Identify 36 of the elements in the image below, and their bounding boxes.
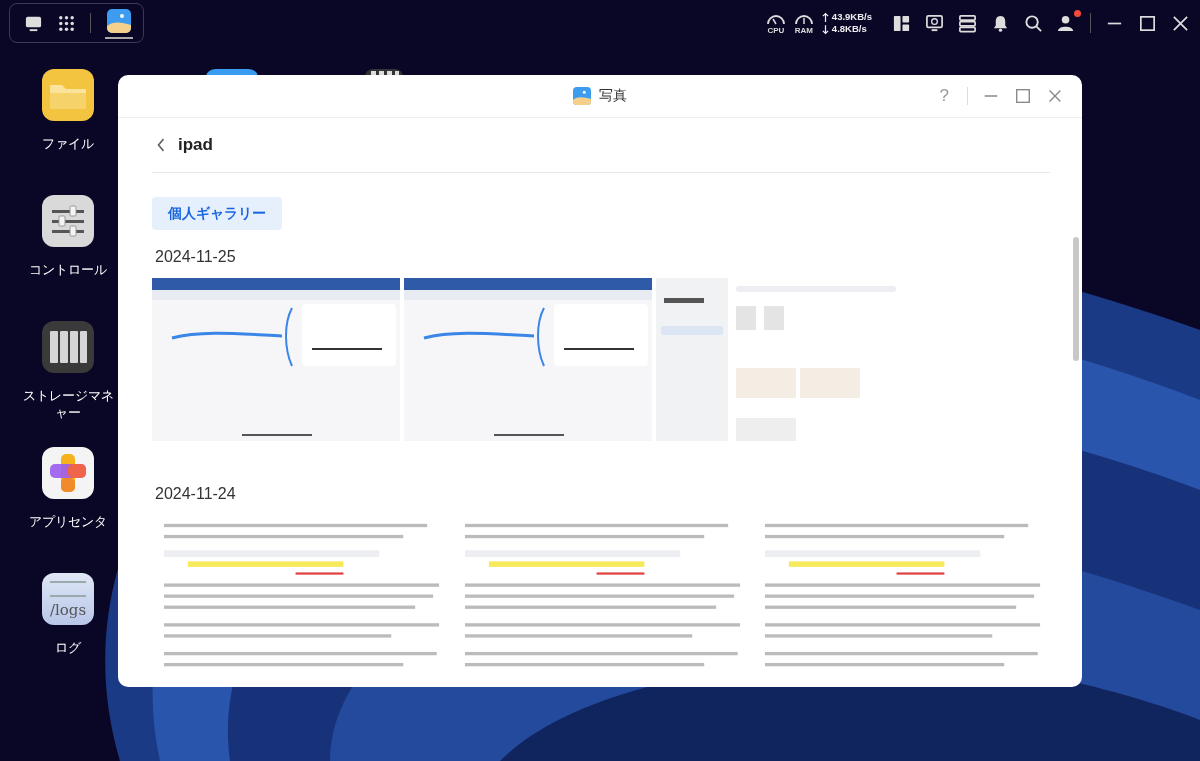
desktop-icon-label: アプリセンタ: [29, 513, 107, 530]
maximize-icon[interactable]: [1138, 13, 1157, 33]
ram-label: RAM: [794, 25, 813, 35]
app-grid-icon[interactable]: [57, 13, 76, 33]
date-heading: 2024-11-24: [155, 485, 237, 503]
desktop-icon-label: ストレージマネ: [22, 387, 114, 404]
panel-layout-icon[interactable]: [892, 13, 911, 33]
upload-speed: 43.9KB/s: [831, 11, 872, 23]
app-center-icon[interactable]: [42, 447, 94, 499]
download-arrow-icon: [821, 23, 829, 35]
notification-bell-icon[interactable]: [991, 13, 1010, 33]
date-heading: 2024-11-25: [155, 248, 237, 266]
photos-app-icon: [573, 87, 591, 105]
upload-arrow-icon: [821, 11, 829, 23]
photos-app-tab[interactable]: [105, 7, 133, 39]
album-tab[interactable]: 個人ギャラリー: [152, 197, 282, 230]
search-icon[interactable]: [1024, 13, 1043, 33]
back-icon[interactable]: [156, 136, 166, 154]
desktop-icon-label: ファイル: [42, 135, 94, 152]
desktop-icon-label: ャー: [55, 404, 81, 421]
scrollbar-thumb[interactable]: [1073, 237, 1079, 361]
logs-icon[interactable]: /logs: [42, 573, 94, 625]
server-list-icon[interactable]: [958, 13, 977, 33]
storage-drives-icon[interactable]: [42, 321, 94, 373]
monitor-icon[interactable]: [925, 13, 944, 33]
window-title: 写真: [599, 87, 627, 105]
folder-icon[interactable]: [42, 69, 94, 121]
close-icon[interactable]: [1171, 13, 1190, 33]
desktop-icon-label: ログ: [55, 639, 81, 656]
download-speed: 4.8KB/s: [831, 23, 867, 35]
sliders-icon[interactable]: [42, 195, 94, 247]
cpu-label: CPU: [767, 25, 785, 35]
user-icon[interactable]: [1057, 13, 1076, 33]
help-button[interactable]: ?: [935, 86, 953, 106]
desktop-icon-label: コントロール: [29, 261, 107, 278]
folder-title: ipad: [178, 135, 213, 155]
